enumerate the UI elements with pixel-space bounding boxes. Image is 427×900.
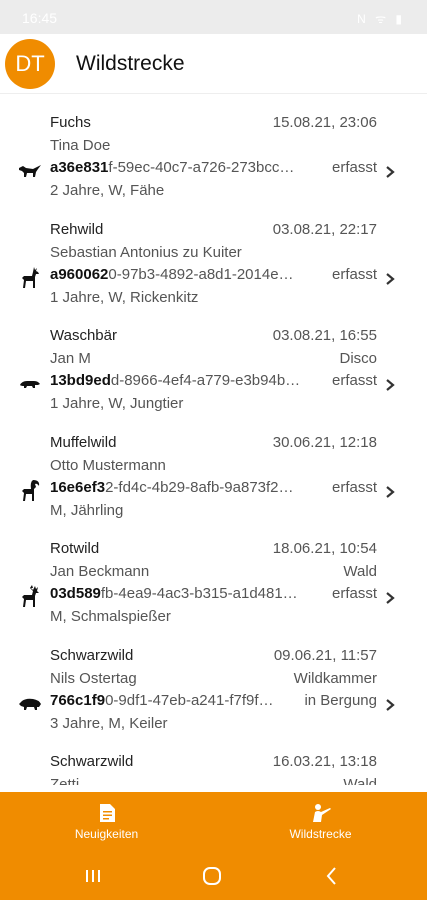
status-badge: erfasst [327,371,377,391]
page-title: Wildstrecke [76,52,185,75]
chevron-right-icon [383,485,397,499]
nav-game-bag[interactable]: Wildstrecke [214,792,427,852]
list-item[interactable]: Rehwild 03.08.21, 22:17 Sebastian Antoniu… [0,220,427,327]
list-item[interactable]: Muffelwild 30.06.21, 12:18 Otto Musterman… [0,433,427,540]
entry-details: 1 Jahre, W, Rickenkitz [50,289,199,306]
raccoon-icon [18,372,42,396]
newspaper-icon [96,802,118,824]
entry-datetime: 18.06.21, 10:54 [268,539,377,559]
entry-id: a36e831f-59ec-40c7-a726-273bcc… [50,159,295,176]
species-label: Rehwild [50,221,104,238]
list-item[interactable]: Fuchs 15.08.21, 23:06 Tina Doe a36e831f-5… [0,113,427,220]
list-item[interactable]: Rotwild 18.06.21, 10:54 Jan Beckmann Wald … [0,539,427,646]
chevron-right-icon [383,378,397,392]
nav-game-bag-label: Wildstrecke [289,827,352,841]
nav-news[interactable]: Neuigkeiten [0,792,213,852]
entry-details: M, Jährling [50,502,124,519]
status-badge: erfasst [327,265,377,285]
status-badge: erfasst [327,478,377,498]
hunter-name: Otto Mustermann [50,457,166,474]
system-navigation-bar [0,852,427,900]
status-time: 16:45 [22,10,58,26]
hunter-name: Zetti [50,776,80,785]
mouflon-icon [18,479,42,503]
hunter-name: Jan Beckmann [50,563,150,580]
entry-datetime: 15.08.21, 23:06 [268,113,377,133]
entry-datetime: 03.08.21, 22:17 [268,220,377,240]
fox-icon [18,159,42,183]
entry-location: Wald [339,775,377,785]
wild-boar-icon [18,692,42,716]
hunter-icon [310,802,332,824]
entry-id: 13bd9edd-8966-4ef4-a779-e3b94b… [50,372,301,389]
entry-details: 3 Jahre, M, Keiler [50,715,168,732]
hunter-name: Tina Doe [50,137,111,154]
entry-details: 2 Jahre, W, Fähe [50,182,165,199]
entry-id: a9600620-97b3-4892-a8d1-2014e… [50,266,294,283]
recent-apps-button[interactable] [81,864,105,888]
species-label: Schwarzwild [50,753,134,770]
entry-details: 1 Jahre, W, Jungtier [50,395,184,412]
entry-location: Wald [339,562,377,582]
chevron-right-icon [383,591,397,605]
avatar[interactable]: DT [5,39,55,89]
red-deer-icon [18,585,42,609]
nav-news-label: Neuigkeiten [74,827,139,841]
list-item[interactable]: Schwarzwild 09.06.21, 11:57 Nils Ostertag… [0,646,427,753]
status-bar: 16:45 N ᯤ ▮ [0,0,427,34]
bottom-navigation: Neuigkeiten Wildstrecke [0,792,427,852]
entry-datetime: 30.06.21, 12:18 [268,433,377,453]
back-button[interactable] [320,864,344,888]
hunter-name: Nils Ostertag [50,670,137,687]
status-badge: in Bergung [300,691,377,711]
hunter-name: Jan M [50,350,91,367]
entry-id: 03d589fb-4ea9-4ac3-b315-a1d481… [50,585,298,602]
entry-id: 16e6ef32-fd4c-4b29-8afb-9a873f2… [50,479,294,496]
entry-id: 766c1f90-9df1-47eb-a241-f7f9f… [50,692,274,709]
status-icons: N ᯤ ▮ [357,12,405,26]
entry-datetime: 03.08.21, 16:55 [268,326,377,346]
species-label: Rotwild [50,540,100,557]
entry-location: Wildkammer [289,669,377,689]
species-label: Schwarzwild [50,647,134,664]
chevron-right-icon [383,272,397,286]
species-label: Muffelwild [50,434,117,451]
status-badge: erfasst [327,584,377,604]
list-item[interactable]: Waschbär 03.08.21, 16:55 Jan M Disco 13bd9… [0,326,427,433]
game-bag-list: Fuchs 15.08.21, 23:06 Tina Doe a36e831f-5… [0,95,427,785]
entry-datetime: 16.03.21, 13:18 [268,752,377,772]
chevron-right-icon [383,698,397,712]
entry-datetime: 09.06.21, 11:57 [269,646,377,666]
species-label: Fuchs [50,114,91,131]
entry-details: M, Schmalspießer [50,608,171,625]
chevron-right-icon [383,165,397,179]
entry-location: Disco [335,349,377,369]
roe-deer-icon [18,266,42,290]
species-label: Waschbär [50,327,117,344]
hunter-name: Sebastian Antonius zu Kuiter [50,244,242,261]
list-item[interactable]: Schwarzwild 16.03.21, 13:18 Zetti Wald [0,752,427,785]
home-button[interactable] [200,864,224,888]
app-header: DT Wildstrecke [0,34,427,94]
status-badge: erfasst [327,158,377,178]
